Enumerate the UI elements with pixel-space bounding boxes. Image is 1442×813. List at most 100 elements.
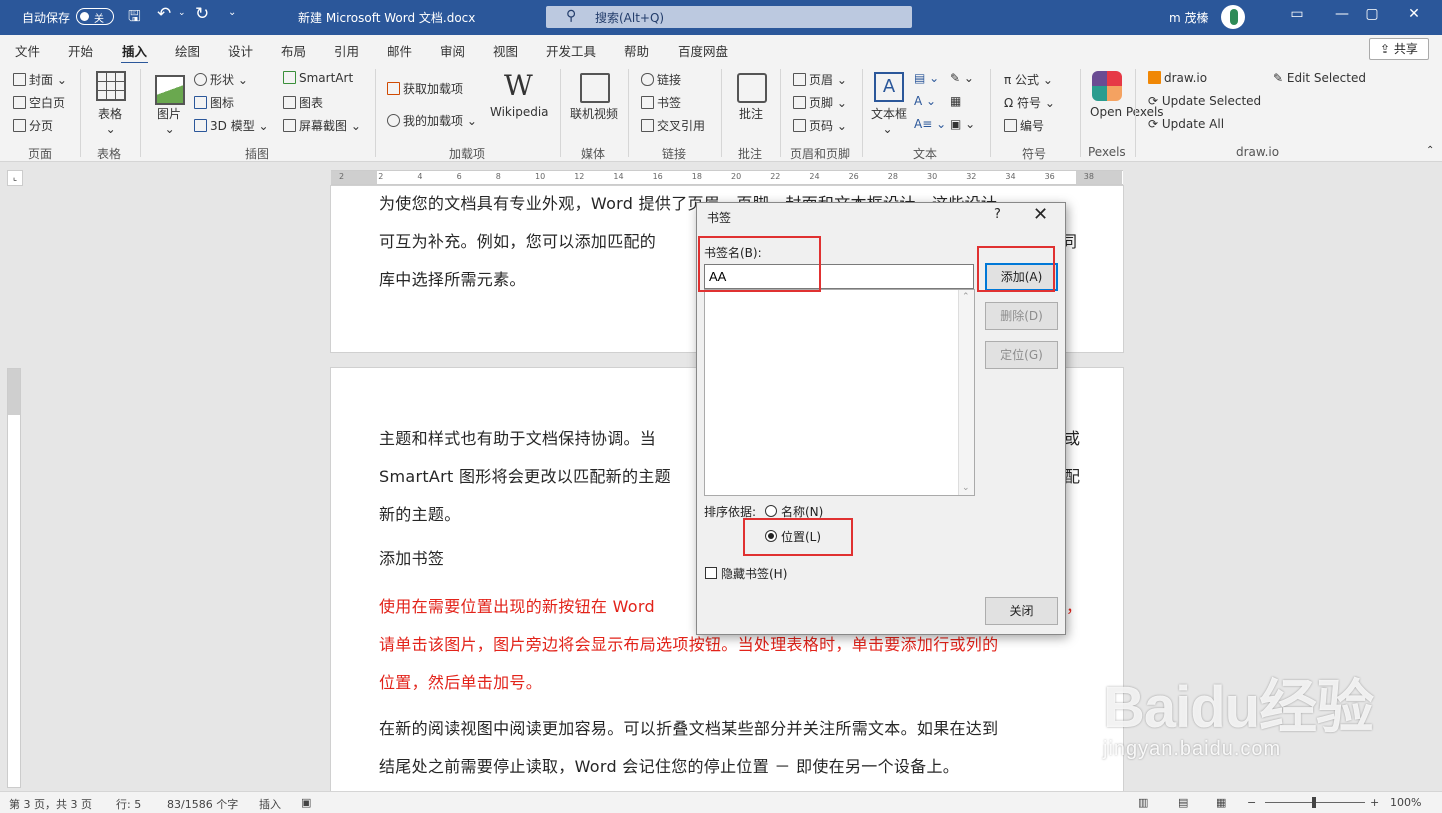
drawio-button[interactable]: draw.io [1148, 71, 1207, 85]
picture-button[interactable]: 图片 ⌄ [157, 105, 181, 136]
tab-help[interactable]: 帮助 [624, 41, 649, 60]
print-layout-icon[interactable]: ▤ [1178, 796, 1188, 809]
object-icon[interactable]: ▣ ⌄ [950, 117, 975, 131]
tab-file[interactable]: 文件 [15, 41, 40, 60]
omega-icon: Ω [1004, 96, 1017, 110]
bookmark-button[interactable]: 书签 [641, 94, 681, 111]
link-button[interactable]: 链接 [641, 71, 681, 88]
group-label-tables: 表格 [97, 147, 122, 161]
hidden-bookmarks-checkbox[interactable] [705, 567, 717, 579]
zoom-level[interactable]: 100% [1390, 796, 1421, 809]
my-addins-button[interactable]: 我的加载项 ⌄ [387, 112, 477, 129]
close-button[interactable]: 关闭 [985, 597, 1058, 625]
number-button[interactable]: 编号 [1004, 117, 1044, 134]
search-box[interactable]: ⚲ 搜索(Alt+Q) [546, 6, 912, 28]
smartart-button[interactable]: SmartArt [283, 71, 353, 85]
tab-review[interactable]: 审阅 [440, 41, 465, 60]
tab-developer[interactable]: 开发工具 [546, 41, 596, 60]
vertical-ruler[interactable] [7, 368, 21, 788]
chart-button[interactable]: 图表 [283, 94, 323, 111]
insert-mode[interactable]: 插入 [259, 796, 281, 812]
share-button[interactable]: ⇪ 共享 [1369, 38, 1429, 60]
goto-button[interactable]: 定位(G) [985, 341, 1058, 369]
tab-baidu-netdisk[interactable]: 百度网盘 [678, 41, 728, 60]
scroll-down-icon[interactable]: ⌄ [962, 483, 970, 493]
collapse-ribbon-icon[interactable]: ⌃ [1426, 145, 1434, 156]
tab-view[interactable]: 视图 [493, 41, 518, 60]
scroll-up-icon[interactable]: ⌃ [962, 292, 970, 302]
ruler-number: 36 [1044, 172, 1055, 181]
undo-icon[interactable]: ↶ [157, 4, 171, 24]
bookmark-list[interactable]: ⌃ ⌄ [704, 289, 975, 496]
equation-button[interactable]: π 公式 ⌄ [1004, 71, 1053, 88]
tab-selector[interactable]: ⌞ [7, 170, 23, 186]
icons-button[interactable]: 图标 [194, 94, 234, 111]
read-mode-icon[interactable]: ▥ [1138, 796, 1148, 809]
wikipedia-button[interactable]: Wikipedia [490, 105, 549, 119]
horizontal-ruler[interactable]: 2 2 4 6 8 10 12 14 16 18 20 22 24 26 28 30 32 34 36 38 [331, 170, 1123, 185]
3d-model-button[interactable]: 3D 模型 ⌄ [194, 117, 269, 134]
group-label-drawio: draw.io [1236, 145, 1280, 159]
ribbon-display-icon[interactable]: ▭ [1277, 6, 1317, 22]
tab-home[interactable]: 开始 [68, 41, 93, 60]
zoom-slider-thumb[interactable] [1312, 797, 1316, 808]
tab-layout[interactable]: 布局 [281, 41, 306, 60]
footer-button[interactable]: 页脚 ⌄ [793, 94, 847, 111]
header-icon [793, 73, 806, 86]
help-icon[interactable]: ? [994, 207, 1001, 222]
tab-draw[interactable]: 绘图 [175, 41, 200, 60]
page-break-button[interactable]: 分页 [13, 117, 53, 134]
blank-page-button[interactable]: 空白页 [13, 94, 65, 111]
get-addins-button[interactable]: 获取加载项 [387, 80, 463, 97]
date-time-icon[interactable]: ▦ [950, 94, 961, 108]
header-button[interactable]: 页眉 ⌄ [793, 71, 847, 88]
zoom-in-icon[interactable]: + [1370, 796, 1379, 809]
comment-button[interactable]: 批注 [739, 105, 763, 122]
close-icon[interactable]: ✕ [1033, 204, 1048, 225]
signature-line-icon[interactable]: ✎ ⌄ [950, 71, 974, 85]
group-label-media: 媒体 [581, 147, 606, 161]
user-name[interactable]: m 茂榛 [1169, 9, 1209, 26]
zoom-out-icon[interactable]: − [1247, 796, 1256, 809]
online-video-button[interactable]: 联机视频 [570, 105, 618, 122]
ribbon-tabs: 文件 开始 插入 绘图 设计 布局 引用 邮件 审阅 视图 开发工具 帮助 百度… [0, 35, 1442, 65]
macro-icon[interactable]: ▣ [301, 796, 311, 809]
tab-mailings[interactable]: 邮件 [387, 41, 412, 60]
shapes-button[interactable]: 形状 ⌄ [194, 71, 248, 88]
textbox-button[interactable]: 文本框 ⌄ [871, 105, 907, 136]
page-count[interactable]: 第 3 页，共 3 页 [9, 796, 92, 812]
page-number-button[interactable]: 页码 ⌄ [793, 117, 847, 134]
tab-insert[interactable]: 插入 [120, 41, 149, 65]
wordart-icon[interactable]: A ⌄ [914, 94, 936, 108]
hidden-bookmarks-label[interactable]: 隐藏书签(H) [721, 565, 787, 582]
cover-page-button[interactable]: 封面 ⌄ [13, 71, 67, 88]
web-layout-icon[interactable]: ▦ [1216, 796, 1226, 809]
quick-parts-icon[interactable]: ▤ ⌄ [914, 71, 939, 85]
delete-button[interactable]: 删除(D) [985, 302, 1058, 330]
undo-dropdown-icon[interactable]: ⌄ [178, 8, 186, 18]
sort-by-name-radio[interactable] [765, 505, 777, 517]
save-icon[interactable]: 🖫 [128, 6, 141, 31]
word-count[interactable]: 83/1586 个字 [167, 796, 238, 812]
close-window-icon[interactable]: ✕ [1394, 6, 1434, 22]
edit-selected-button[interactable]: ✎ Edit Selected [1273, 71, 1366, 85]
icons-icon [194, 96, 207, 109]
cross-reference-button[interactable]: 交叉引用 [641, 117, 705, 134]
maximize-icon[interactable]: ▢ [1352, 6, 1392, 22]
ruler-number: 8 [495, 172, 501, 181]
ruler-number: 38 [1083, 172, 1094, 181]
table-button[interactable]: 表格 ⌄ [98, 105, 122, 136]
avatar[interactable] [1221, 5, 1245, 29]
tab-design[interactable]: 设计 [228, 41, 253, 60]
tab-references[interactable]: 引用 [334, 41, 359, 60]
symbol-button[interactable]: Ω 符号 ⌄ [1004, 94, 1055, 111]
drop-cap-icon[interactable]: A≡ ⌄ [914, 117, 946, 131]
update-all-button[interactable]: ⟳ Update All [1148, 117, 1224, 131]
customize-qat-icon[interactable]: ⌄ [228, 7, 236, 18]
redo-icon[interactable]: ↻ [195, 4, 209, 24]
screenshot-button[interactable]: 屏幕截图 ⌄ [283, 117, 361, 134]
autosave-toggle[interactable]: 关 [76, 8, 114, 25]
update-selected-button[interactable]: ⟳ Update Selected [1148, 94, 1261, 108]
bookmark-list-scrollbar[interactable]: ⌃ ⌄ [958, 290, 974, 495]
ruler-number: 18 [691, 172, 702, 181]
